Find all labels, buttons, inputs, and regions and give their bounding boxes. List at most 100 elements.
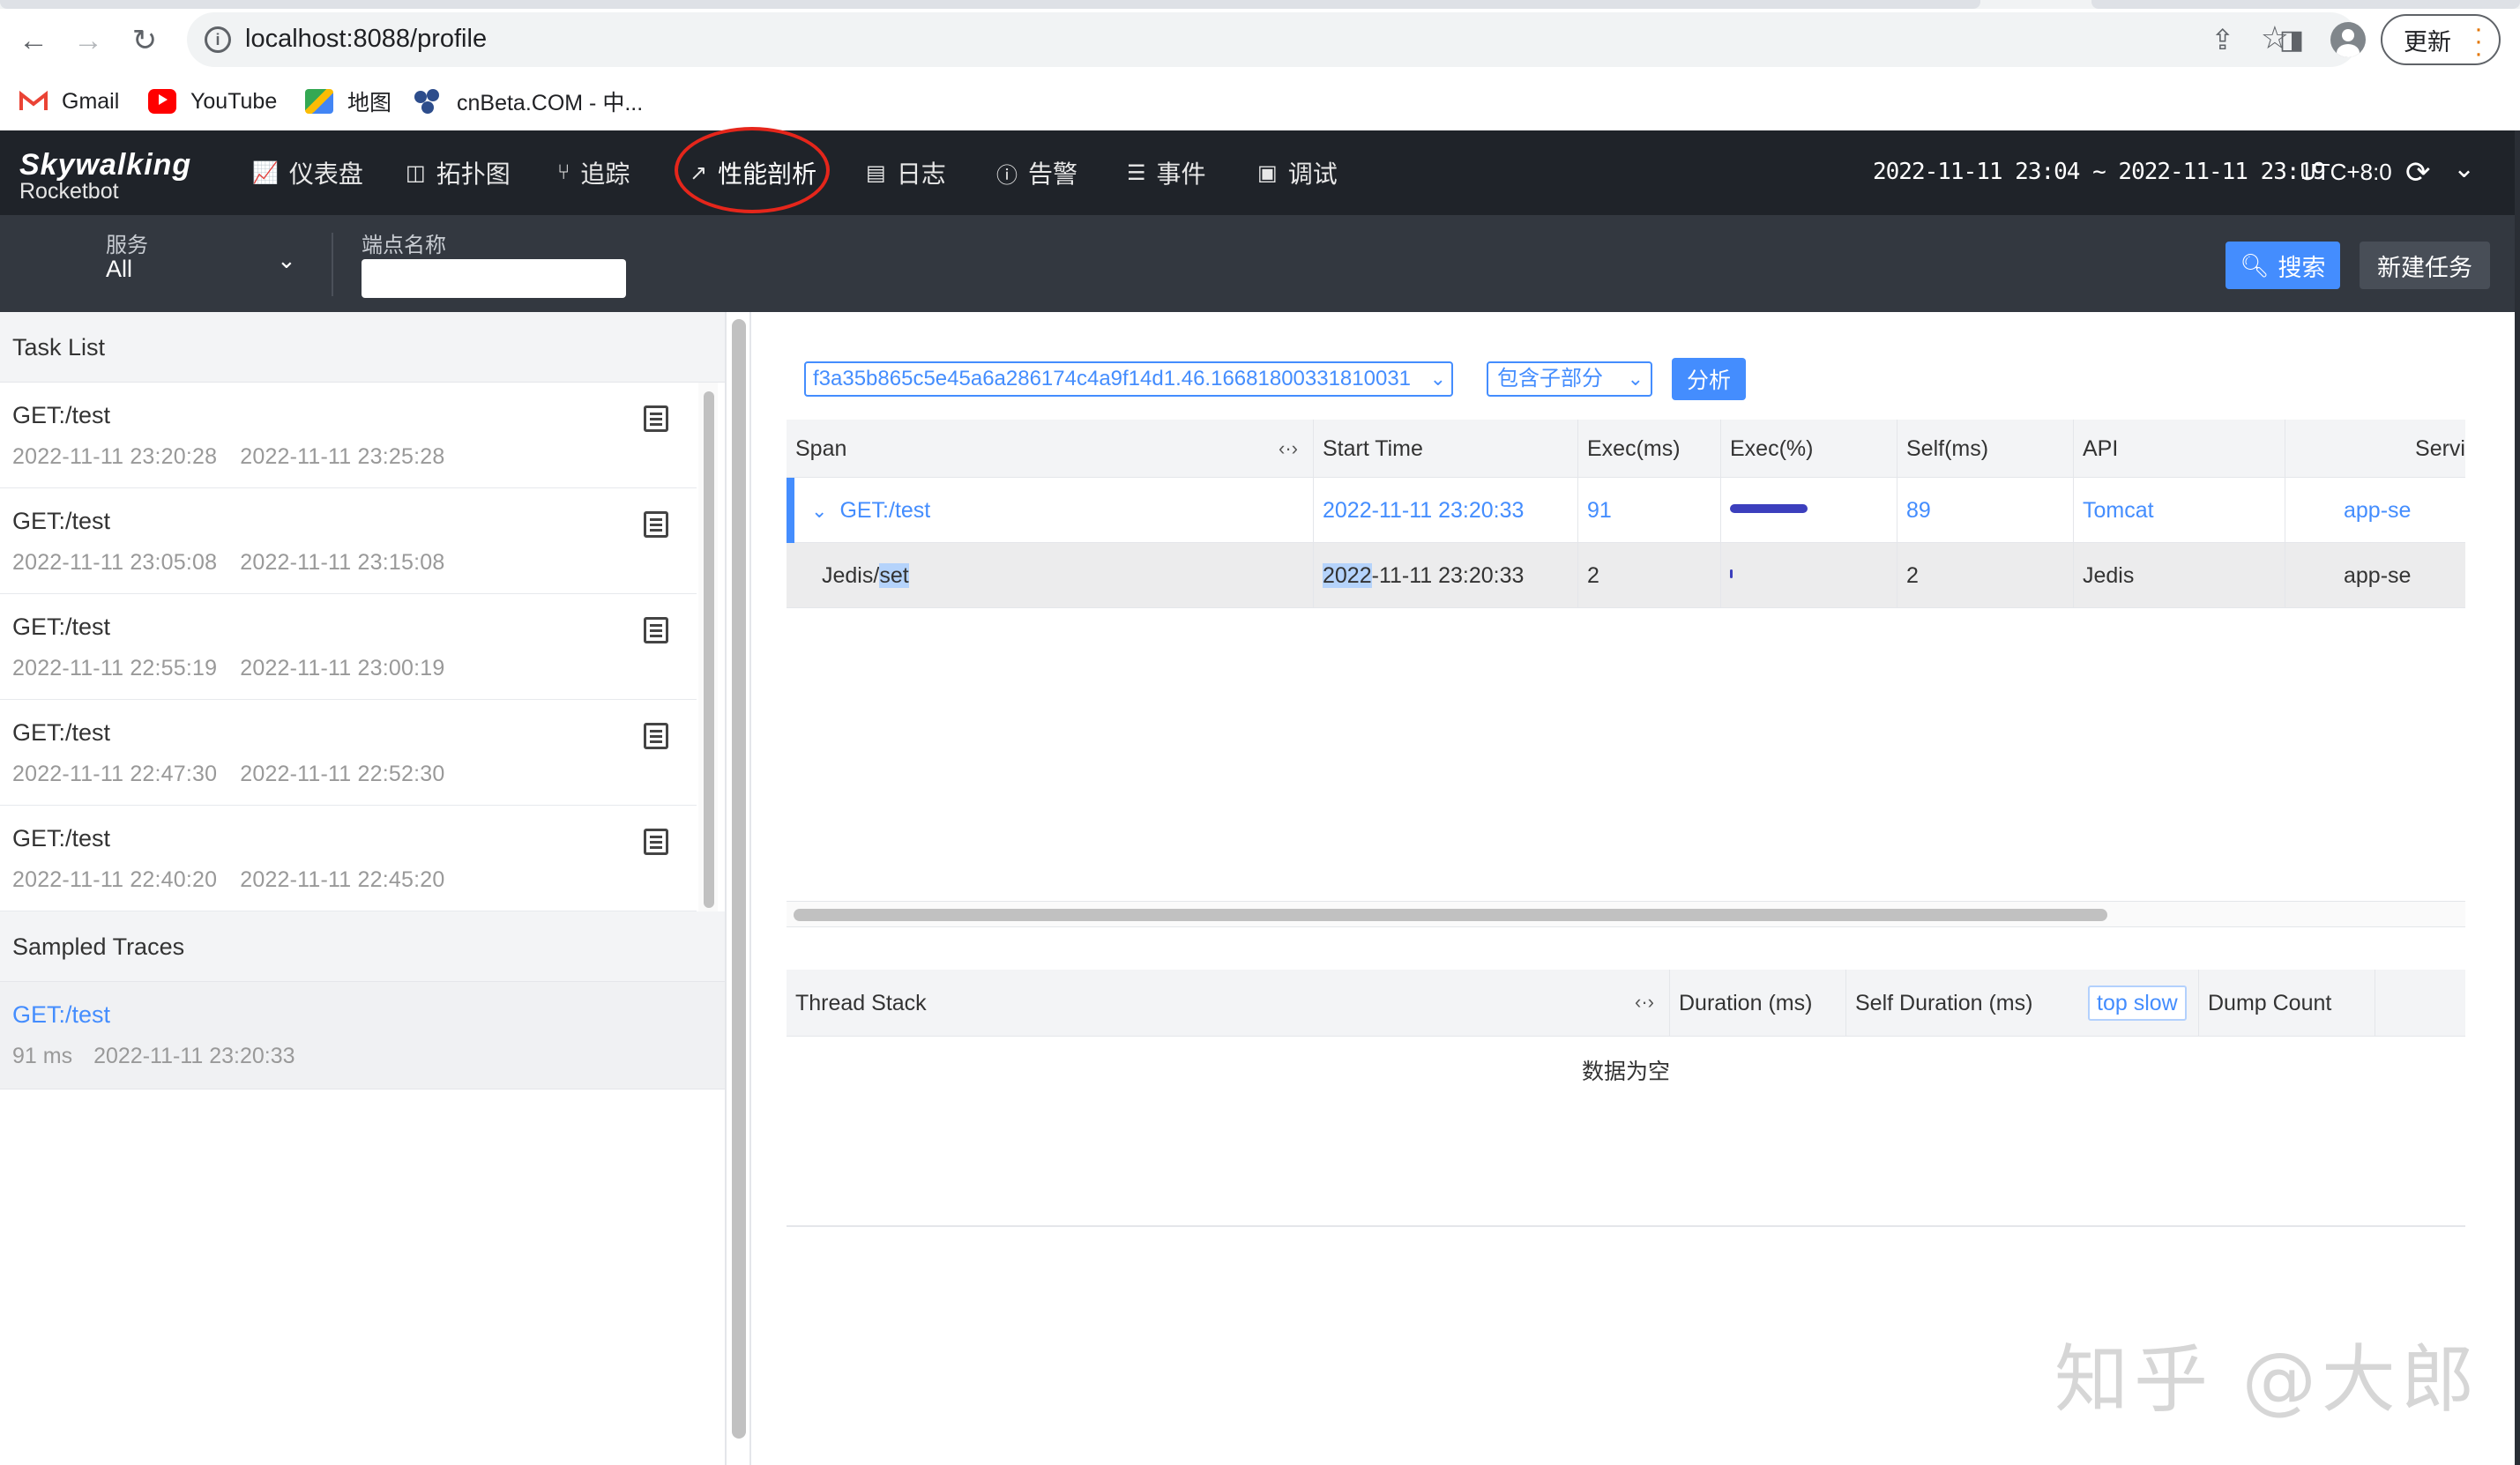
event-icon: ☰: [1127, 160, 1146, 185]
bookmark-maps[interactable]: 地图: [305, 79, 391, 123]
bookmark-youtube[interactable]: YouTube: [148, 79, 277, 123]
logo-sub: Rocketbot: [19, 179, 119, 204]
task-name: GET:/test: [12, 508, 111, 534]
update-button[interactable]: 更新 · · ·: [2381, 14, 2501, 67]
nav-label: 事件: [1156, 160, 1206, 188]
nav-event[interactable]: ☰ 事件: [1127, 130, 1206, 215]
span-start-time: 2022-11-11 23:20:33: [1314, 543, 1578, 608]
tab-edge[interactable]: [2091, 0, 2520, 9]
task-detail-icon[interactable]: [644, 723, 668, 749]
task-item[interactable]: GET:/test 2022-11-11 22:55:19 2022-11-11 …: [0, 594, 697, 700]
segment-select[interactable]: f3a35b865c5e45a6a286174c4a9f14d1.46.1668…: [804, 361, 1453, 397]
browser-chrome: ← → ↻ i localhost:8088/profile ⇪ ☆ ◨ 更新 …: [0, 0, 2520, 130]
task-end: 2022-11-11 23:15:08: [240, 550, 445, 575]
nav-topology[interactable]: ◫ 拓扑图: [406, 130, 511, 215]
bookmark-gmail[interactable]: Gmail: [19, 79, 119, 123]
bookmark-cnbeta[interactable]: cnBeta.COM - 中...: [414, 79, 643, 123]
reload-icon[interactable]: ↻: [125, 21, 164, 60]
col-span: Span: [787, 420, 1314, 478]
task-start: 2022-11-11 22:47:30: [12, 762, 218, 786]
trace-name: GET:/test: [12, 1001, 111, 1028]
side-panel-icon[interactable]: ◨: [2271, 19, 2312, 60]
chevron-down-icon: ⌄: [1627, 368, 1644, 390]
col-label: Span: [795, 436, 847, 461]
time-range[interactable]: 2022-11-11 23:04 ~ 2022-11-11 23:19: [1873, 159, 2326, 185]
task-detail-icon[interactable]: [644, 617, 668, 643]
endpoint-label: 端点名称: [362, 234, 446, 257]
span-self-ms: 2: [1897, 543, 2074, 608]
chevron-down-icon[interactable]: ⌄: [811, 500, 827, 522]
back-arrow-icon[interactable]: ←: [14, 21, 53, 60]
nav-dashboard[interactable]: 📈 仪表盘: [252, 130, 363, 215]
task-name: GET:/test: [12, 614, 111, 640]
search-button[interactable]: 🔍︎ 搜索: [2226, 242, 2340, 289]
span-api: Tomcat: [2074, 478, 2285, 543]
chevron-down-icon[interactable]: ⌄: [2453, 153, 2475, 184]
search-label: 搜索: [2278, 254, 2326, 281]
skywalking-logo[interactable]: Skywalking Rocketbot: [19, 148, 191, 205]
search-icon: 🔍︎: [2240, 251, 2270, 279]
new-task-button[interactable]: 新建任务: [2360, 242, 2490, 289]
task-detail-icon[interactable]: [644, 405, 668, 432]
address-bar[interactable]: i localhost:8088/profile ⇪ ☆: [187, 12, 2358, 67]
panel-splitter[interactable]: [725, 312, 751, 1465]
col-thread-stack: Thread Stack: [787, 970, 1670, 1037]
app-header: Skywalking Rocketbot 📈 仪表盘 ◫ 拓扑图 ⑂ 追踪 ↗ …: [0, 130, 2520, 215]
task-detail-icon[interactable]: [644, 511, 668, 538]
span-api: Jedis: [2074, 543, 2285, 608]
scroll-thumb[interactable]: [794, 909, 2107, 921]
task-item[interactable]: GET:/test 2022-11-11 22:40:20 2022-11-11 …: [0, 806, 697, 911]
span-name: GET:/test: [839, 498, 931, 523]
nav-alarm[interactable]: ⓘ 告警: [996, 130, 1077, 215]
mode-select[interactable]: 包含子部分 ⌄: [1487, 361, 1652, 397]
bookmark-label: YouTube: [190, 88, 278, 114]
task-end: 2022-11-11 23:00:19: [240, 656, 445, 680]
trace-item[interactable]: GET:/test 91 ms 2022-11-11 23:20:33: [0, 982, 725, 1089]
chevron-down-icon[interactable]: ⌄: [277, 247, 296, 274]
col-start-time: Start Time: [1314, 420, 1578, 478]
span-table-hscrollbar[interactable]: [787, 901, 2465, 927]
log-icon: ▤: [866, 160, 886, 185]
share-icon[interactable]: ⇪: [2211, 23, 2234, 56]
span-row[interactable]: Jedis/set 2022-11-11 23:20:33 2 2 Jedis …: [787, 543, 2465, 608]
update-label: 更新: [2404, 28, 2451, 56]
task-item[interactable]: GET:/test 2022-11-11 23:20:28 2022-11-11 …: [0, 383, 697, 488]
top-slow-button[interactable]: top slow: [2088, 985, 2187, 1021]
col-api: API: [2074, 420, 2285, 478]
task-detail-icon[interactable]: [644, 829, 668, 855]
mode-value: 包含子部分: [1497, 367, 1603, 390]
span-service: app-se: [2344, 563, 2412, 588]
analyze-button[interactable]: 分析: [1672, 358, 1746, 400]
service-select[interactable]: All: [106, 256, 132, 283]
timezone: UTC+8:0: [2300, 159, 2392, 185]
span-exec-pct: [1721, 478, 1897, 543]
sampled-traces-title: Sampled Traces: [0, 911, 725, 982]
profile-avatar-icon[interactable]: [2328, 19, 2368, 60]
task-times: 2022-11-11 23:05:08 2022-11-11 23:15:08: [12, 550, 467, 576]
nav-label: 告警: [1028, 160, 1078, 188]
resize-icon[interactable]: ‹·›: [1635, 991, 1654, 1014]
col-self-duration: Self Duration (ms) top slow: [1846, 970, 2199, 1037]
more-menu-icon[interactable]: · · ·: [2474, 16, 2483, 67]
nav-debug[interactable]: ▣ 调试: [1257, 130, 1338, 215]
window-edge: [2515, 130, 2520, 1465]
url-text[interactable]: localhost:8088/profile: [245, 25, 487, 54]
resize-icon[interactable]: ‹·›: [1279, 437, 1298, 460]
forward-arrow-icon[interactable]: →: [69, 21, 108, 60]
active-tab-edge[interactable]: [0, 0, 1980, 9]
nav-trace[interactable]: ⑂ 追踪: [557, 130, 630, 215]
bookmark-label: Gmail: [62, 88, 120, 114]
watermark: 知乎 @大郎: [2054, 1336, 2480, 1423]
site-info-icon[interactable]: i: [205, 26, 231, 53]
span-exec-pct: [1721, 543, 1897, 608]
span-row[interactable]: ⌄ GET:/test 2022-11-11 23:20:33 91 89 Tom…: [787, 478, 2465, 543]
refresh-icon[interactable]: ⟳: [2405, 155, 2431, 190]
nav-log[interactable]: ▤ 日志: [866, 130, 946, 215]
scroll-thumb[interactable]: [732, 319, 746, 1439]
right-panel: f3a35b865c5e45a6a286174c4a9f14d1.46.1668…: [751, 312, 2520, 1465]
table-bottom-border: [787, 1225, 2465, 1227]
task-list-scroll-thumb[interactable]: [704, 391, 714, 908]
endpoint-input[interactable]: [362, 259, 626, 298]
task-item[interactable]: GET:/test 2022-11-11 23:05:08 2022-11-11 …: [0, 488, 697, 594]
task-item[interactable]: GET:/test 2022-11-11 22:47:30 2022-11-11 …: [0, 700, 697, 806]
